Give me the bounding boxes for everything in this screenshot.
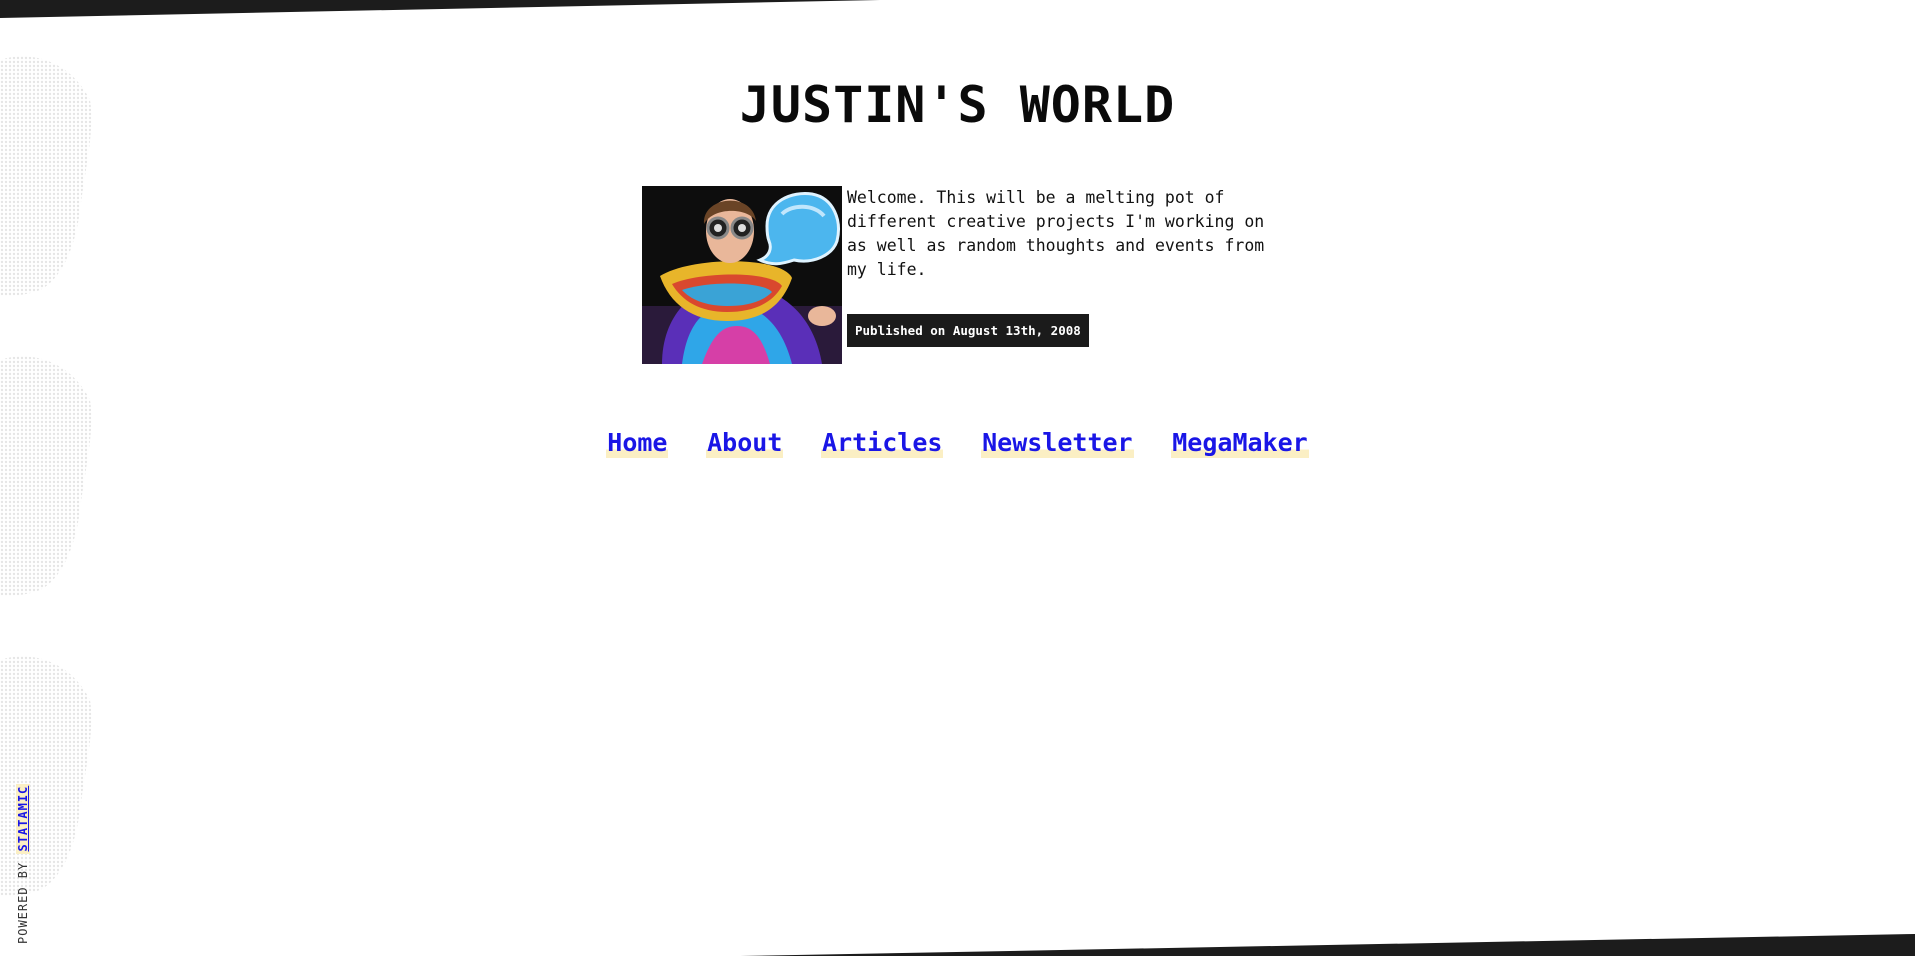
nav-link-megamaker[interactable]: MegaMaker (1171, 428, 1309, 458)
nav-link-about[interactable]: About (706, 428, 784, 458)
page: JUSTIN'S WORLD Welcome. This will be a m… (0, 0, 1915, 956)
nav-link-newsletter[interactable]: Newsletter (981, 428, 1134, 458)
statamic-link[interactable]: STATAMIC (16, 783, 30, 854)
post-image (642, 186, 842, 364)
post-body: Welcome. This will be a melting pot of d… (847, 188, 1265, 279)
nav-link-home[interactable]: Home (606, 428, 669, 458)
halftone-face-pattern (0, 56, 92, 896)
nav-link-articles[interactable]: Articles (821, 428, 944, 458)
top-stripe-decoration (0, 0, 880, 18)
published-date-badge: Published on August 13th, 2008 (847, 314, 1089, 347)
site-title: JUSTIN'S WORLD (739, 76, 1176, 134)
bottom-stripe-decoration (740, 934, 1915, 956)
main-nav: Home About Articles Newsletter MegaMaker (0, 428, 1915, 458)
post-card: Welcome. This will be a melting pot of d… (642, 186, 1282, 366)
portrait-illustration (642, 186, 842, 364)
